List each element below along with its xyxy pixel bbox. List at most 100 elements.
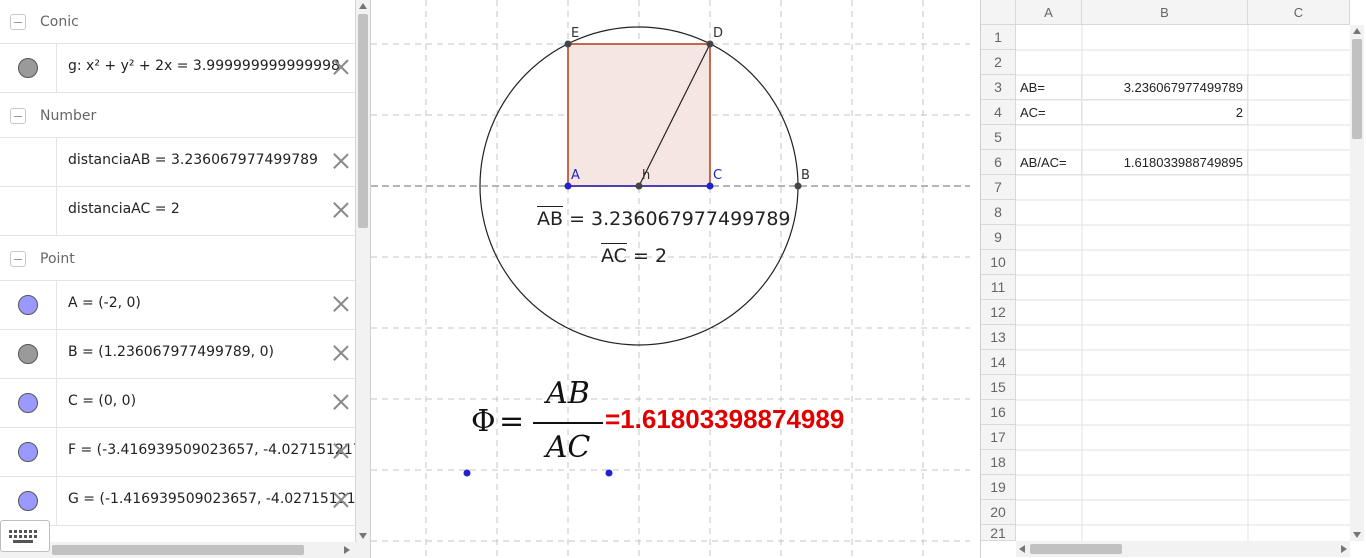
delete-x-icon[interactable] <box>331 294 351 314</box>
point-D[interactable] <box>706 40 714 48</box>
point-G[interactable] <box>605 469 613 477</box>
segment-AC-text[interactable]: AC = 2 <box>601 243 667 267</box>
scroll-right-icon[interactable] <box>1341 545 1347 553</box>
row-header[interactable]: 6 <box>981 150 1016 175</box>
spreadsheet-view[interactable]: A B C 1 2 3 4 5 6 7 8 9 10 11 12 13 14 1… <box>980 0 1366 558</box>
visibility-toggle[interactable] <box>0 138 57 186</box>
group-header-conic[interactable]: Conic <box>0 0 355 44</box>
blue-dot-icon[interactable] <box>18 442 38 462</box>
segment-AB-text[interactable]: AB = 3.236067977499789 <box>537 206 791 230</box>
scroll-thumb[interactable] <box>1030 544 1122 554</box>
algebra-row-text[interactable]: distanciaAB = 3.236067977499789 <box>68 152 318 168</box>
scroll-down-icon[interactable] <box>1353 532 1361 538</box>
point-E[interactable] <box>564 40 572 48</box>
delete-x-icon[interactable] <box>331 392 351 412</box>
group-header-point[interactable]: Point <box>0 237 355 281</box>
visibility-toggle[interactable] <box>0 187 57 235</box>
visibility-toggle[interactable] <box>0 477 57 525</box>
column-header-B[interactable]: B <box>1082 0 1248 25</box>
scroll-down-icon[interactable] <box>359 533 367 539</box>
geometry-canvas[interactable] <box>371 0 970 558</box>
algebra-row-B[interactable]: B = (1.236067977499789, 0) <box>0 330 355 379</box>
square-polygon[interactable] <box>567 43 711 187</box>
row-header[interactable]: 5 <box>981 125 1016 150</box>
row-header[interactable]: 13 <box>981 325 1016 350</box>
row-header[interactable]: 2 <box>981 50 1016 75</box>
corner-header[interactable] <box>981 0 1016 25</box>
point-B[interactable] <box>794 182 802 190</box>
algebra-row-text[interactable]: C = (0, 0) <box>68 393 136 409</box>
collapse-icon[interactable] <box>10 251 26 267</box>
column-header-C[interactable]: C <box>1248 0 1350 25</box>
row-header[interactable]: 9 <box>981 225 1016 250</box>
row-header[interactable]: 18 <box>981 450 1016 475</box>
blue-dot-icon[interactable] <box>18 393 38 413</box>
algebra-row-F[interactable]: F = (-3.416939509023657, -4.027151217454 <box>0 428 355 477</box>
scroll-right-icon[interactable] <box>344 546 350 554</box>
algebra-horizontal-scrollbar[interactable] <box>0 542 370 558</box>
graphics-view[interactable]: E D A h C B AB = 3.236067977499789 AC = … <box>370 0 970 558</box>
algebra-row-text[interactable]: G = (-1.416939509023657, -4.027151217454 <box>68 491 355 507</box>
point-F[interactable] <box>463 469 471 477</box>
visibility-toggle[interactable] <box>0 281 57 329</box>
row-header[interactable]: 7 <box>981 175 1016 200</box>
delete-x-icon[interactable] <box>331 490 351 510</box>
visibility-toggle[interactable] <box>0 330 57 378</box>
row-header[interactable]: 15 <box>981 375 1016 400</box>
row-header[interactable]: 3 <box>981 75 1016 100</box>
algebra-row-distanciaAB[interactable]: distanciaAB = 3.236067977499789 <box>0 138 355 187</box>
delete-x-icon[interactable] <box>331 441 351 461</box>
visibility-toggle[interactable] <box>0 44 57 92</box>
row-header[interactable]: 14 <box>981 350 1016 375</box>
blue-dot-icon[interactable] <box>18 295 38 315</box>
scroll-up-icon[interactable] <box>359 3 367 9</box>
point-C[interactable] <box>706 182 714 190</box>
point-h[interactable] <box>635 182 643 190</box>
blue-dot-icon[interactable] <box>18 491 38 511</box>
algebra-row-text[interactable]: distanciaAC = 2 <box>68 201 180 217</box>
visibility-toggle[interactable] <box>0 428 57 476</box>
delete-x-icon[interactable] <box>331 57 351 77</box>
collapse-icon[interactable] <box>10 108 26 124</box>
algebra-row-text[interactable]: g: x² + y² + 2x = 3.999999999999998 <box>68 58 340 74</box>
gray-dot-icon[interactable] <box>18 344 38 364</box>
algebra-row-text[interactable]: F = (-3.416939509023657, -4.027151217454 <box>68 442 355 458</box>
spreadsheet-vertical-scrollbar[interactable] <box>1350 25 1364 541</box>
algebra-row-g[interactable]: g: x² + y² + 2x = 3.999999999999998 <box>0 44 355 93</box>
visibility-toggle[interactable] <box>0 379 57 427</box>
delete-x-icon[interactable] <box>331 200 351 220</box>
keyboard-button[interactable] <box>0 520 50 552</box>
spreadsheet-horizontal-scrollbar[interactable] <box>1016 541 1350 557</box>
algebra-row-text[interactable]: A = (-2, 0) <box>68 295 141 311</box>
row-header[interactable]: 1 <box>981 25 1016 50</box>
scroll-thumb[interactable] <box>1352 39 1362 139</box>
gray-dot-icon[interactable] <box>18 58 38 78</box>
row-header[interactable]: 11 <box>981 275 1016 300</box>
row-header[interactable]: 8 <box>981 200 1016 225</box>
column-header-A[interactable]: A <box>1016 0 1082 25</box>
group-header-number[interactable]: Number <box>0 94 355 138</box>
collapse-icon[interactable] <box>10 14 26 30</box>
point-A[interactable] <box>564 182 572 190</box>
scroll-left-icon[interactable] <box>1019 545 1025 553</box>
row-header[interactable]: 12 <box>981 300 1016 325</box>
row-header[interactable]: 20 <box>981 500 1016 525</box>
row-header[interactable]: 17 <box>981 425 1016 450</box>
algebra-row-C[interactable]: C = (0, 0) <box>0 379 355 428</box>
scroll-thumb[interactable] <box>52 545 304 555</box>
algebra-vertical-scrollbar[interactable] <box>356 0 370 542</box>
row-header[interactable]: 4 <box>981 100 1016 125</box>
delete-x-icon[interactable] <box>331 151 351 171</box>
algebra-row-A[interactable]: A = (-2, 0) <box>0 281 355 330</box>
algebra-row-distanciaAC[interactable]: distanciaAC = 2 <box>0 187 355 236</box>
scroll-up-icon[interactable] <box>1353 28 1361 34</box>
phi-value-text[interactable]: =1.61803398874989 <box>605 404 844 435</box>
algebra-row-text[interactable]: B = (1.236067977499789, 0) <box>68 344 274 360</box>
row-header[interactable]: 19 <box>981 475 1016 500</box>
delete-x-icon[interactable] <box>331 343 351 363</box>
scroll-thumb[interactable] <box>358 14 368 228</box>
row-header[interactable]: 21 <box>981 525 1016 541</box>
algebra-row-G[interactable]: G = (-1.416939509023657, -4.027151217454 <box>0 477 355 526</box>
row-header[interactable]: 10 <box>981 250 1016 275</box>
row-header[interactable]: 16 <box>981 400 1016 425</box>
